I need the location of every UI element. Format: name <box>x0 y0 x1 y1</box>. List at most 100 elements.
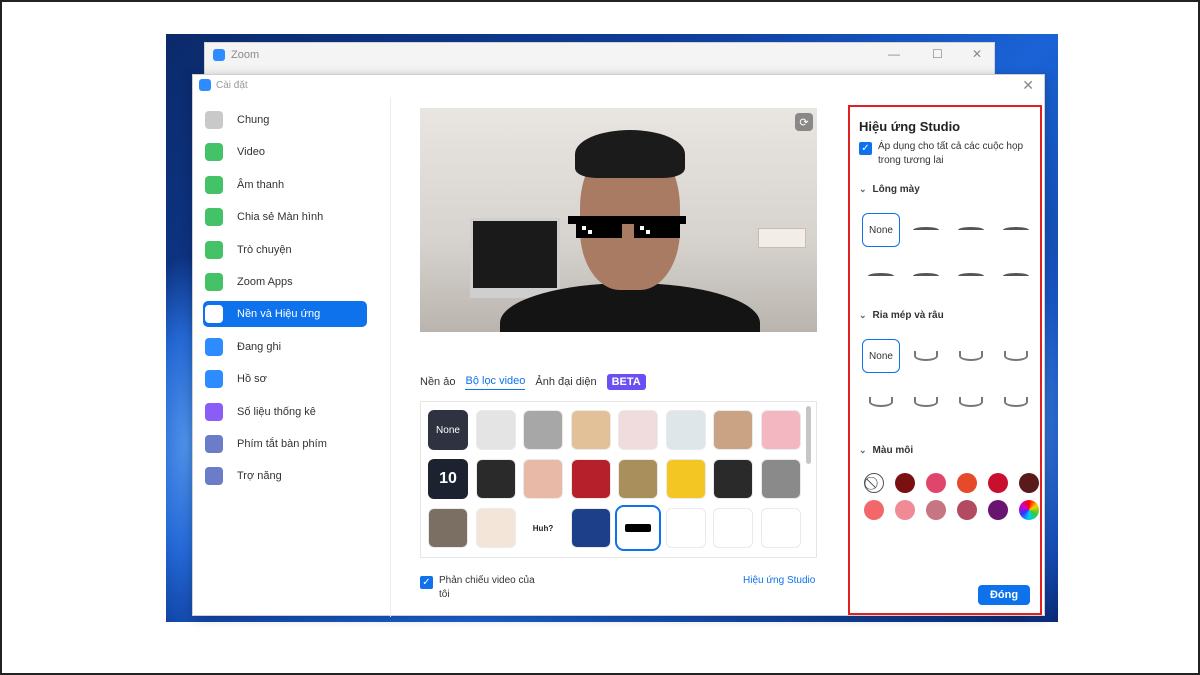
sidebar-item[interactable]: Video <box>203 139 367 165</box>
headphones-icon <box>205 175 223 194</box>
filter-tv-frame[interactable] <box>475 459 516 499</box>
sidebar-item[interactable]: Zoom Apps <box>203 269 367 295</box>
filter-focus-frame[interactable] <box>760 459 801 499</box>
video-preview <box>420 108 817 332</box>
mustache-none-option[interactable]: None <box>862 339 900 373</box>
mustache-option[interactable] <box>952 385 990 419</box>
eyebrow-option[interactable] <box>997 213 1035 247</box>
statistics-icon <box>205 402 223 421</box>
mirror-video-checkbox[interactable]: ✓ <box>420 576 433 589</box>
zoom-window-title: Zoom <box>213 49 259 61</box>
filter-sunflower-frame[interactable] <box>665 459 706 499</box>
mirror-video-option[interactable]: ✓ Phản chiếu video của tôi <box>420 574 539 602</box>
lip-color-swatch[interactable] <box>957 473 977 493</box>
background-icon <box>205 305 223 324</box>
preview-wall-frame <box>758 228 806 248</box>
filter-sprout[interactable] <box>665 508 706 548</box>
profile-icon <box>205 370 223 389</box>
filter-speech-bubble[interactable]: Huh? <box>523 508 563 548</box>
filter-white-room[interactable] <box>475 410 516 450</box>
mustache-option[interactable] <box>907 385 945 419</box>
lip-color-section-header[interactable]: ⌄ Màu môi <box>859 445 913 456</box>
filter-retro-tv-frame[interactable] <box>618 459 658 499</box>
sidebar-item[interactable]: Số liệu thống kê <box>203 399 367 425</box>
studio-close-button[interactable]: Đóng <box>978 585 1030 605</box>
eyebrows-section-title: Lông mày <box>872 184 920 195</box>
tab-video-filters[interactable]: Bộ lọc video <box>465 375 526 390</box>
filter-fairy-lights[interactable] <box>570 508 611 548</box>
filter-rainbow[interactable] <box>713 508 753 548</box>
filter-10-zoom-frame[interactable]: 10 <box>428 459 468 499</box>
sidebar-item-label: Đang ghi <box>237 340 282 353</box>
lip-color-swatch[interactable] <box>1019 473 1039 493</box>
mustache-option[interactable] <box>862 385 900 419</box>
apply-future-meetings-option[interactable]: ✓ Áp dụng cho tất cả các cuộc họp trong … <box>859 140 1028 168</box>
filter-dog-frame[interactable] <box>523 459 563 499</box>
eyebrow-option[interactable] <box>997 259 1035 293</box>
apply-future-meetings-checkbox[interactable]: ✓ <box>859 142 872 155</box>
tab-avatars[interactable]: Ảnh đại diện <box>535 376 596 388</box>
mustache-section-header[interactable]: ⌄ Ria mép và râu <box>859 310 944 321</box>
settings-close-button[interactable]: ✕ <box>1022 77 1034 94</box>
eyebrow-option[interactable] <box>907 259 945 293</box>
eyebrow-option[interactable] <box>862 259 900 293</box>
filter-scrollbar[interactable] <box>806 406 811 464</box>
lip-color-swatch[interactable] <box>926 500 946 520</box>
sidebar-item[interactable]: Đang ghi <box>203 334 367 360</box>
sidebar-item-label: Nền và Hiệu ứng <box>237 308 321 321</box>
sidebar-item[interactable]: Trò chuyện <box>203 237 367 263</box>
eyebrows-section-header[interactable]: ⌄ Lông mày <box>859 184 920 195</box>
filter-theater-frame[interactable] <box>570 459 611 499</box>
studio-effects-link[interactable]: Hiệu ứng Studio <box>743 575 815 586</box>
sidebar-item[interactable]: Âm thanh <box>203 172 367 198</box>
mustache-style-icon <box>959 351 983 361</box>
eyebrow-option[interactable] <box>952 259 990 293</box>
tab-virtual-background[interactable]: Nền ảo <box>420 376 455 388</box>
lip-color-swatch[interactable] <box>926 473 946 493</box>
lip-color-swatch[interactable] <box>988 473 1008 493</box>
filter-warm-room[interactable] <box>570 410 611 450</box>
mustache-option[interactable] <box>952 339 990 373</box>
sidebar-item[interactable]: Trợ năng <box>203 463 367 489</box>
eyebrow-style-icon <box>958 273 984 279</box>
mustache-option[interactable] <box>997 385 1035 419</box>
filter-ribbon-badge[interactable] <box>475 508 516 548</box>
mustache-option[interactable] <box>907 339 945 373</box>
sidebar-item[interactable]: Nền và Hiệu ứng <box>203 301 367 328</box>
zoom-logo-icon <box>213 49 225 61</box>
eyebrow-option[interactable] <box>952 213 990 247</box>
sidebar-item[interactable]: Phím tắt bàn phím <box>203 431 367 457</box>
sidebar-item[interactable]: Chia sẻ Màn hình <box>203 204 367 230</box>
lip-color-swatch[interactable] <box>864 500 884 520</box>
filter-gray-room[interactable] <box>523 410 563 450</box>
mustache-option[interactable] <box>997 339 1035 373</box>
filter-old-tv[interactable] <box>428 508 468 548</box>
maximize-button[interactable]: ☐ <box>932 47 943 61</box>
mustache-style-icon <box>1004 397 1028 407</box>
custom-color-picker-icon[interactable] <box>1019 500 1039 520</box>
sidebar-item[interactable]: Chung <box>203 107 367 133</box>
filter-cool-room[interactable] <box>665 410 706 450</box>
sidebar-item-label: Phím tắt bàn phím <box>237 438 327 450</box>
filter-party-hat[interactable] <box>760 508 801 548</box>
lip-color-swatch[interactable] <box>895 473 915 493</box>
filter-none[interactable]: None <box>428 410 468 450</box>
sidebar-item[interactable]: Hồ sơ <box>203 366 367 392</box>
filter-rose-room[interactable] <box>760 410 801 450</box>
lip-color-none-option[interactable]: ⃠ <box>864 473 884 493</box>
zoom-close-button[interactable]: ✕ <box>972 47 982 61</box>
apps-icon <box>205 273 223 291</box>
filter-pink-room[interactable] <box>618 410 658 450</box>
accessibility-icon <box>205 467 223 486</box>
lip-color-swatch[interactable] <box>895 500 915 520</box>
rotate-video-icon[interactable]: ⟳ <box>795 113 813 131</box>
screen-share-icon <box>205 208 223 227</box>
filter-sunglasses[interactable] <box>615 505 661 551</box>
eyebrow-option[interactable] <box>907 213 945 247</box>
lip-color-swatch[interactable] <box>988 500 1008 520</box>
filter-film-frame[interactable] <box>713 459 753 499</box>
minimize-button[interactable]: — <box>888 47 900 61</box>
eyebrow-none-option[interactable]: None <box>862 213 900 247</box>
filter-sepia-room[interactable] <box>713 410 753 450</box>
lip-color-swatch[interactable] <box>957 500 977 520</box>
